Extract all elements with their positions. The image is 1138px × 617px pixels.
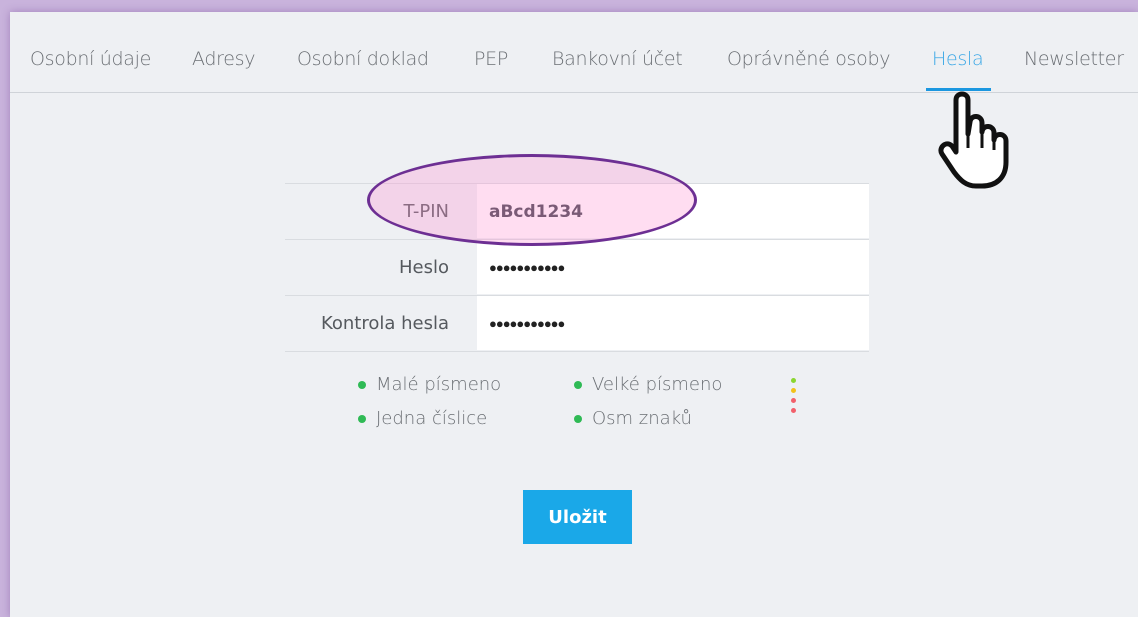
check-dot-icon [574,381,582,389]
check-dot-icon [574,415,582,423]
requirement-lowercase: Malé písmeno [358,374,501,395]
strength-dot [791,388,796,393]
tpin-row: T-PIN aBcd1234 [285,183,869,239]
tab-personal-data[interactable]: Osobní údaje [30,48,151,70]
tab-authorized-persons[interactable]: Oprávněné osoby [727,48,890,70]
save-button[interactable]: Uložit [523,490,632,544]
tab-bank-account[interactable]: Bankovní účet [552,48,683,70]
tab-pep[interactable]: PEP [474,48,508,70]
password-strength-meter [791,378,797,422]
strength-dot [791,378,796,383]
check-dot-icon [358,415,366,423]
check-dot-icon [358,381,366,389]
hand-pointer-icon [938,91,1009,189]
tab-id-document[interactable]: Osobní doklad [297,48,429,70]
confirm-password-row: Kontrola hesla ●●●●●●●●●●● [285,295,869,352]
requirement-uppercase: Velké písmeno [574,374,722,395]
confirm-password-mask: ●●●●●●●●●●● [489,316,565,331]
password-row: Heslo ●●●●●●●●●●● [285,239,869,295]
requirement-eight-chars: Osm znaků [574,408,692,429]
tab-bar: Osobní údaje Adresy Osobní doklad PEP Ba… [10,12,1138,93]
tab-passwords[interactable]: Hesla [932,48,984,70]
tab-addresses[interactable]: Adresy [192,48,255,70]
tpin-label: T-PIN [403,201,449,222]
strength-dot [791,398,796,403]
password-mask: ●●●●●●●●●●● [489,260,565,275]
requirement-digit: Jedna číslice [358,408,487,429]
tpin-value: aBcd1234 [489,202,583,222]
confirm-password-label: Kontrola hesla [320,313,449,334]
tpin-field[interactable]: aBcd1234 [477,184,869,238]
settings-panel: Osobní údaje Adresy Osobní doklad PEP Ba… [10,12,1138,617]
strength-dot [791,408,796,413]
password-label: Heslo [398,257,449,278]
tab-newsletter[interactable]: Newsletter [1024,48,1124,70]
